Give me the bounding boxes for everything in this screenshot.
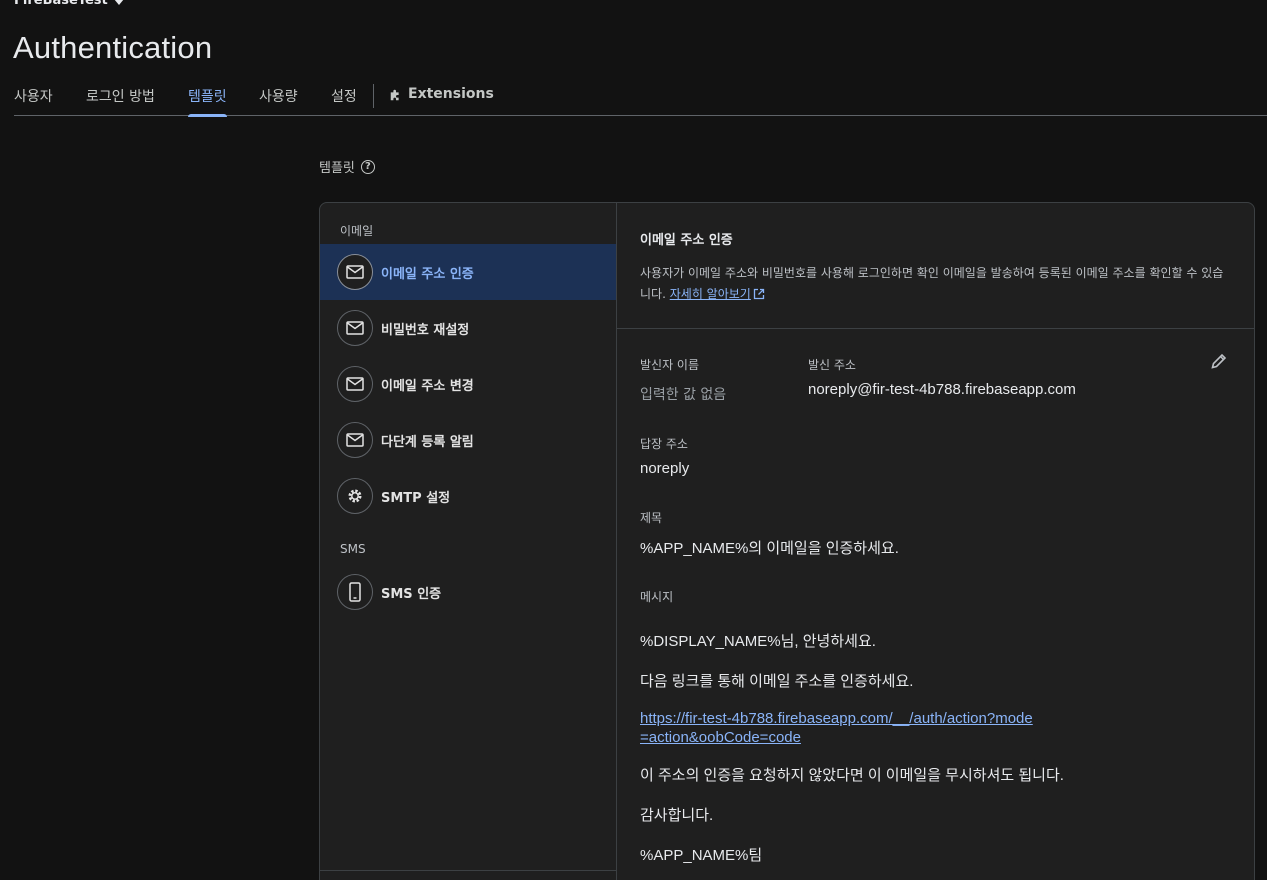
help-icon[interactable]: ? [360, 159, 375, 174]
subject-value: %APP_NAME%의 이메일을 인증하세요. [640, 540, 899, 557]
group-label-email: 이메일 [340, 224, 374, 238]
pencil-icon [1211, 353, 1227, 369]
sidebar-item-label: SMS 인증 [381, 586, 442, 602]
message-signature: %APP_NAME%팀 [640, 847, 763, 864]
sidebar-item-label: 이메일 주소 인증 [381, 266, 474, 282]
project-name: FireBaseTest [14, 0, 108, 8]
phone-icon [337, 574, 373, 610]
from-address-value: noreply@fir-test-4b788.firebaseapp.com [808, 381, 1076, 398]
caret-down-icon [113, 0, 124, 5]
edit-button[interactable] [1207, 349, 1231, 373]
gear-icon [337, 478, 373, 514]
template-detail: 이메일 주소 인증 사용자가 이메일 주소와 비밀번호를 사용해 로그인하면 확… [617, 203, 1254, 880]
sidebar-item-mfa-enrollment[interactable]: 다단계 등록 알림 [320, 412, 616, 468]
group-label-sms: SMS [340, 542, 366, 556]
message-instruction: 다음 링크를 통해 이메일 주소를 인증하세요. [640, 673, 914, 690]
mail-icon [337, 310, 373, 346]
tab-sign-in-method[interactable]: 로그인 방법 [86, 86, 155, 116]
from-address-label: 발신 주소 [808, 358, 856, 372]
verification-link[interactable]: https://fir-test-4b788.firebaseapp.com/_… [640, 709, 1040, 747]
sidebar-item-sms-verification[interactable]: SMS 인증 [320, 564, 616, 620]
reply-to-value: noreply [640, 460, 690, 477]
detail-divider [617, 328, 1254, 329]
template-sidebar: 이메일 이메일 주소 인증 비밀번호 재설정 이메일 주소 변경 다단계 등록 … [320, 203, 617, 880]
sidebar-item-label: 이메일 주소 변경 [381, 378, 474, 394]
sidebar-item-label: SMTP 설정 [381, 490, 451, 506]
reply-to-label: 답장 주소 [640, 437, 688, 451]
mail-icon [337, 422, 373, 458]
message-label: 메시지 [640, 590, 674, 604]
sidebar-item-email-verification[interactable]: 이메일 주소 인증 [320, 244, 616, 300]
detail-description: 사용자가 이메일 주소와 비밀번호를 사용해 로그인하면 확인 이메일을 발송하… [640, 263, 1230, 305]
sidebar-divider [320, 870, 617, 871]
tab-bar: 사용자 로그인 방법 템플릿 사용량 설정 Extensions [14, 80, 1267, 117]
tab-templates[interactable]: 템플릿 [188, 86, 227, 117]
section-header: 템플릿 ? [319, 157, 375, 176]
sender-name-label: 발신자 이름 [640, 358, 700, 372]
detail-title: 이메일 주소 인증 [640, 233, 733, 248]
tab-users[interactable]: 사용자 [14, 86, 53, 116]
sidebar-item-label: 다단계 등록 알림 [381, 434, 474, 450]
open-in-new-icon [753, 288, 764, 300]
message-ignore: 이 주소의 인증을 요청하지 않았다면 이 이메일을 무시하셔도 됩니다. [640, 767, 1064, 784]
sidebar-item-smtp-settings[interactable]: SMTP 설정 [320, 468, 616, 524]
learn-more-link[interactable]: 자세히 알아보기 [670, 287, 765, 301]
subject-label: 제목 [640, 511, 663, 525]
sidebar-item-password-reset[interactable]: 비밀번호 재설정 [320, 300, 616, 356]
section-title: 템플릿 [319, 161, 355, 176]
mail-icon [337, 366, 373, 402]
message-thanks: 감사합니다. [640, 807, 714, 824]
tab-extensions-label: Extensions [408, 86, 494, 102]
tab-settings[interactable]: 설정 [331, 86, 357, 116]
sidebar-item-email-change[interactable]: 이메일 주소 변경 [320, 356, 616, 412]
message-greeting: %DISPLAY_NAME%님, 안녕하세요. [640, 633, 876, 650]
templates-card: 이메일 이메일 주소 인증 비밀번호 재설정 이메일 주소 변경 다단계 등록 … [319, 202, 1255, 880]
tab-divider [373, 84, 374, 108]
sidebar-item-label: 비밀번호 재설정 [381, 322, 470, 338]
page-title: Authentication [13, 30, 213, 65]
tab-usage[interactable]: 사용량 [259, 86, 298, 116]
mail-icon [337, 254, 373, 290]
learn-more-label: 자세히 알아보기 [669, 287, 751, 301]
extensions-icon [390, 89, 399, 101]
tab-extensions[interactable]: Extensions [389, 86, 494, 116]
project-switcher[interactable]: FireBaseTest [14, 0, 124, 8]
sender-name-value: 입력한 값 없음 [640, 387, 727, 403]
